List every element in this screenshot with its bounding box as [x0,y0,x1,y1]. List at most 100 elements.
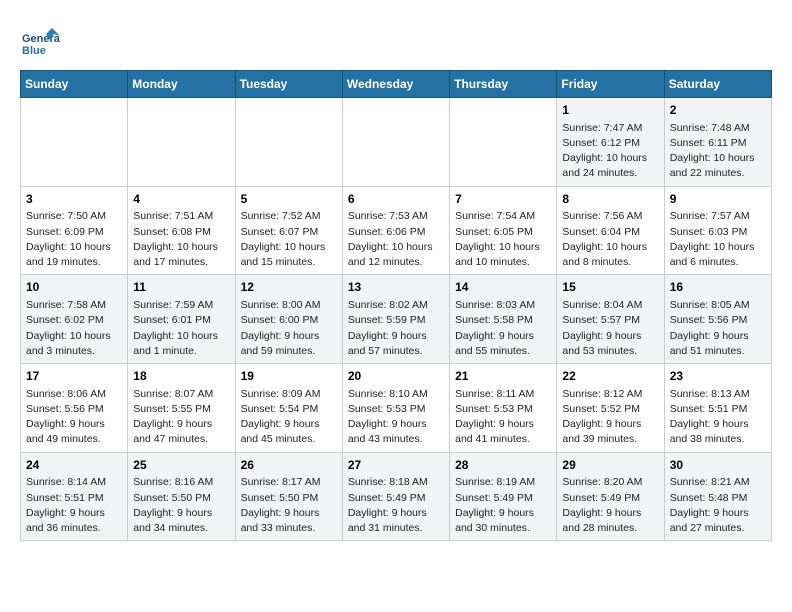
day-detail: Sunrise: 8:04 AM Sunset: 5:57 PM Dayligh… [562,298,658,359]
logo: General Blue [20,24,64,64]
day-number: 2 [670,102,766,119]
weekday-row: SundayMondayTuesdayWednesdayThursdayFrid… [21,71,772,98]
calendar-cell: 8Sunrise: 7:56 AM Sunset: 6:04 PM Daylig… [557,186,664,275]
svg-text:General: General [22,33,60,45]
day-detail: Sunrise: 8:16 AM Sunset: 5:50 PM Dayligh… [133,475,229,536]
calendar-cell: 5Sunrise: 7:52 AM Sunset: 6:07 PM Daylig… [235,186,342,275]
calendar-cell: 21 Sunrise: 8:11 AM Sunset: 5:53 PM Dayli… [450,364,557,453]
calendar-cell: 9Sunrise: 7:57 AM Sunset: 6:03 PM Daylig… [664,186,771,275]
weekday-header-friday: Friday [557,71,664,98]
day-number: 5 [241,191,337,208]
calendar-cell: 19Sunrise: 8:09 AM Sunset: 5:54 PM Dayli… [235,364,342,453]
calendar-cell: 2 Sunrise: 7:48 AM Sunset: 6:11 PM Daylig… [664,98,771,187]
day-number: 30 [670,457,766,474]
day-number: 20 [348,368,444,385]
day-detail: Sunrise: 8:06 AM Sunset: 5:56 PM Dayligh… [26,387,122,448]
day-detail: Sunrise: 7:59 AM Sunset: 6:01 PM Dayligh… [133,298,229,359]
day-detail: Sunrise: 8:05 AM Sunset: 5:56 PM Dayligh… [670,298,766,359]
day-number: 3 [26,191,122,208]
day-detail: Sunrise: 7:50 AM Sunset: 6:09 PM Dayligh… [26,209,122,270]
day-number: 4 [133,191,229,208]
day-number: 29 [562,457,658,474]
weekday-header-thursday: Thursday [450,71,557,98]
day-number: 15 [562,279,658,296]
day-detail: Sunrise: 8:14 AM Sunset: 5:51 PM Dayligh… [26,475,122,536]
weekday-header-tuesday: Tuesday [235,71,342,98]
day-detail: Sunrise: 7:58 AM Sunset: 6:02 PM Dayligh… [26,298,122,359]
calendar-cell: 20 Sunrise: 8:10 AM Sunset: 5:53 PM Dayli… [342,364,449,453]
calendar-cell: 13 Sunrise: 8:02 AM Sunset: 5:59 PM Dayli… [342,275,449,364]
day-detail: Sunrise: 8:12 AM Sunset: 5:52 PM Dayligh… [562,387,658,448]
day-detail: Sunrise: 8:20 AM Sunset: 5:49 PM Dayligh… [562,475,658,536]
calendar-cell: 10Sunrise: 7:58 AM Sunset: 6:02 PM Dayli… [21,275,128,364]
calendar-cell: 25Sunrise: 8:16 AM Sunset: 5:50 PM Dayli… [128,452,235,541]
calendar-cell: 3Sunrise: 7:50 AM Sunset: 6:09 PM Daylig… [21,186,128,275]
calendar-cell: 17 Sunrise: 8:06 AM Sunset: 5:56 PM Dayli… [21,364,128,453]
day-number: 22 [562,368,658,385]
calendar-cell: 27Sunrise: 8:18 AM Sunset: 5:49 PM Dayli… [342,452,449,541]
day-detail: Sunrise: 7:57 AM Sunset: 6:03 PM Dayligh… [670,209,766,270]
calendar-cell: 6Sunrise: 7:53 AM Sunset: 6:06 PM Daylig… [342,186,449,275]
calendar-cell: 28Sunrise: 8:19 AM Sunset: 5:49 PM Dayli… [450,452,557,541]
day-detail: Sunrise: 8:17 AM Sunset: 5:50 PM Dayligh… [241,475,337,536]
day-detail: Sunrise: 7:51 AM Sunset: 6:08 PM Dayligh… [133,209,229,270]
day-detail: Sunrise: 7:53 AM Sunset: 6:06 PM Dayligh… [348,209,444,270]
day-detail: Sunrise: 7:54 AM Sunset: 6:05 PM Dayligh… [455,209,551,270]
calendar-week-4: 17 Sunrise: 8:06 AM Sunset: 5:56 PM Dayli… [21,364,772,453]
day-detail: Sunrise: 8:03 AM Sunset: 5:58 PM Dayligh… [455,298,551,359]
day-detail: Sunrise: 8:21 AM Sunset: 5:48 PM Dayligh… [670,475,766,536]
day-number: 27 [348,457,444,474]
day-number: 28 [455,457,551,474]
calendar-cell: 18Sunrise: 8:07 AM Sunset: 5:55 PM Dayli… [128,364,235,453]
day-number: 9 [670,191,766,208]
calendar-cell: 15 Sunrise: 8:04 AM Sunset: 5:57 PM Dayli… [557,275,664,364]
weekday-header-wednesday: Wednesday [342,71,449,98]
svg-text:Blue: Blue [22,45,46,57]
calendar-cell: 26Sunrise: 8:17 AM Sunset: 5:50 PM Dayli… [235,452,342,541]
day-number: 17 [26,368,122,385]
calendar-cell: 7Sunrise: 7:54 AM Sunset: 6:05 PM Daylig… [450,186,557,275]
day-number: 21 [455,368,551,385]
calendar-cell: 22 Sunrise: 8:12 AM Sunset: 5:52 PM Dayli… [557,364,664,453]
weekday-header-monday: Monday [128,71,235,98]
calendar-week-2: 3Sunrise: 7:50 AM Sunset: 6:09 PM Daylig… [21,186,772,275]
day-detail: Sunrise: 7:48 AM Sunset: 6:11 PM Dayligh… [670,121,766,182]
day-number: 26 [241,457,337,474]
calendar-week-3: 10Sunrise: 7:58 AM Sunset: 6:02 PM Dayli… [21,275,772,364]
calendar-cell: 12Sunrise: 8:00 AM Sunset: 6:00 PM Dayli… [235,275,342,364]
day-number: 14 [455,279,551,296]
day-number: 23 [670,368,766,385]
day-detail: Sunrise: 8:11 AM Sunset: 5:53 PM Dayligh… [455,387,551,448]
day-detail: Sunrise: 8:07 AM Sunset: 5:55 PM Dayligh… [133,387,229,448]
calendar-cell: 30Sunrise: 8:21 AM Sunset: 5:48 PM Dayli… [664,452,771,541]
calendar-cell [128,98,235,187]
day-detail: Sunrise: 8:10 AM Sunset: 5:53 PM Dayligh… [348,387,444,448]
day-number: 6 [348,191,444,208]
calendar-cell: 29Sunrise: 8:20 AM Sunset: 5:49 PM Dayli… [557,452,664,541]
day-detail: Sunrise: 7:52 AM Sunset: 6:07 PM Dayligh… [241,209,337,270]
day-detail: Sunrise: 8:13 AM Sunset: 5:51 PM Dayligh… [670,387,766,448]
calendar-week-1: 1 Sunrise: 7:47 AM Sunset: 6:12 PM Daylig… [21,98,772,187]
day-detail: Sunrise: 8:02 AM Sunset: 5:59 PM Dayligh… [348,298,444,359]
day-number: 25 [133,457,229,474]
calendar-header: SundayMondayTuesdayWednesdayThursdayFrid… [21,71,772,98]
day-number: 16 [670,279,766,296]
calendar-cell: 14 Sunrise: 8:03 AM Sunset: 5:58 PM Dayli… [450,275,557,364]
calendar-body: 1 Sunrise: 7:47 AM Sunset: 6:12 PM Daylig… [21,98,772,541]
calendar-cell: 1 Sunrise: 7:47 AM Sunset: 6:12 PM Daylig… [557,98,664,187]
weekday-header-sunday: Sunday [21,71,128,98]
calendar-cell [235,98,342,187]
day-number: 7 [455,191,551,208]
day-detail: Sunrise: 8:19 AM Sunset: 5:49 PM Dayligh… [455,475,551,536]
weekday-header-saturday: Saturday [664,71,771,98]
day-number: 1 [562,102,658,119]
day-detail: Sunrise: 8:00 AM Sunset: 6:00 PM Dayligh… [241,298,337,359]
calendar-cell: 11Sunrise: 7:59 AM Sunset: 6:01 PM Dayli… [128,275,235,364]
day-number: 13 [348,279,444,296]
calendar-cell: 24Sunrise: 8:14 AM Sunset: 5:51 PM Dayli… [21,452,128,541]
day-detail: Sunrise: 7:47 AM Sunset: 6:12 PM Dayligh… [562,121,658,182]
calendar-cell: 23 Sunrise: 8:13 AM Sunset: 5:51 PM Dayli… [664,364,771,453]
calendar-week-5: 24Sunrise: 8:14 AM Sunset: 5:51 PM Dayli… [21,452,772,541]
logo-svg: General Blue [20,24,60,64]
day-detail: Sunrise: 8:09 AM Sunset: 5:54 PM Dayligh… [241,387,337,448]
